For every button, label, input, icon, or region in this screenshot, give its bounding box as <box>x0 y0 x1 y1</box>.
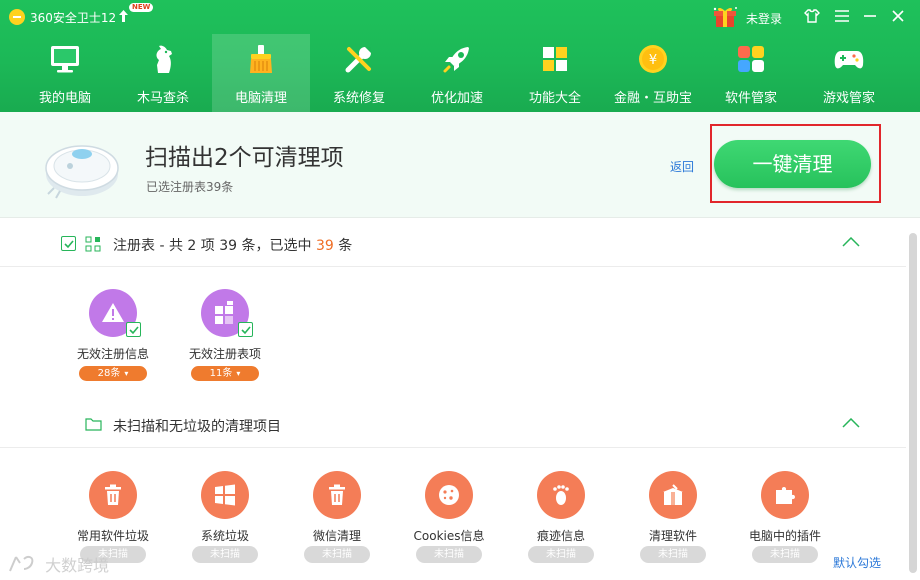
registry-selected-count: 39 <box>315 238 334 254</box>
back-link[interactable]: 返回 <box>670 158 694 175</box>
box-icon <box>649 471 697 519</box>
unscanned-item-label: 常用软件垃圾 <box>76 529 149 543</box>
nav-label: 软件管家 <box>724 91 777 106</box>
upgrade-arrow-icon[interactable] <box>119 10 128 22</box>
unscanned-item-label: 电脑中的插件 <box>748 529 821 543</box>
wrench-icon <box>345 47 371 73</box>
scrollbar-thumb[interactable] <box>909 233 917 573</box>
status-badge: 未扫描 <box>416 546 482 563</box>
registry-item-label: 无效注册表项 <box>188 347 261 361</box>
chevron-up-icon[interactable] <box>842 418 860 428</box>
watermark: 大数跨境 <box>6 552 109 576</box>
login-link[interactable]: 未登录 <box>746 10 782 27</box>
skin-shirt-icon[interactable] <box>802 6 822 26</box>
default-select-link[interactable]: 默认勾选 <box>833 554 881 571</box>
scan-result-subtitle: 已选注册表39条 <box>146 180 234 194</box>
status-badge: 未扫描 <box>528 546 594 563</box>
tab-software-manager[interactable]: 软件管家 <box>702 34 800 112</box>
unscanned-item-traces[interactable]: 痕迹信息 未扫描 <box>511 469 611 569</box>
nav-label: 功能大全 <box>528 91 581 106</box>
tab-system-repair[interactable]: 系统修复 <box>310 34 408 112</box>
unscanned-section-title: 未扫描和无垃圾的清理项目 <box>113 419 281 435</box>
registry-item-invalid-entries[interactable]: 无效注册表项 11条 ▾ <box>175 287 275 383</box>
registry-icon <box>85 236 101 252</box>
scan-result-header: 扫描出2个可清理项 已选注册表39条 返回 一键清理 <box>0 112 920 218</box>
app-logo-icon <box>9 9 25 25</box>
nav-label: 金融・互助宝 <box>613 91 692 106</box>
unscanned-item-label: 痕迹信息 <box>536 529 585 543</box>
cleanup-list: 注册表 - 共 2 项 39 条，已选中 39 条 无效注册信息 28条 ▾ 无效… <box>0 219 906 580</box>
item-checkbox[interactable] <box>126 322 141 337</box>
nav-label: 优化加速 <box>430 91 483 106</box>
svg-text:¥: ¥ <box>649 53 657 68</box>
nav-label: 我的电脑 <box>38 91 91 106</box>
rocket-icon <box>443 47 469 73</box>
unscanned-item-cleanup-software[interactable]: 清理软件 未扫描 <box>623 469 723 569</box>
nav-label: 系统修复 <box>332 91 385 106</box>
registry-select-all-checkbox[interactable] <box>61 236 76 251</box>
tab-all-features[interactable]: 功能大全 <box>506 34 604 112</box>
tab-game-manager[interactable]: 游戏管家 <box>800 34 898 112</box>
close-icon[interactable] <box>888 6 908 26</box>
unscanned-item-cookies[interactable]: Cookies信息 未扫描 <box>399 469 499 569</box>
cookie-icon <box>425 471 473 519</box>
computer-icon <box>51 46 79 73</box>
app-title: 360安全卫士12 <box>30 11 117 25</box>
registry-item-label: 无效注册信息 <box>76 347 149 361</box>
main-nav: 我的电脑 木马查杀 电脑清理 系统修复 优化加速 功能大全 ¥ 金融・互助宝 软… <box>0 34 920 112</box>
unscanned-item-label: 系统垃圾 <box>200 529 249 543</box>
robot-vacuum-illustration <box>45 145 119 199</box>
software-icon <box>738 46 764 72</box>
gift-icon[interactable] <box>712 6 738 28</box>
status-badge: 未扫描 <box>640 546 706 563</box>
minimize-icon[interactable] <box>860 6 880 26</box>
nav-label: 木马查杀 <box>136 91 189 106</box>
coin-icon: ¥ <box>639 45 667 73</box>
windows-icon <box>201 471 249 519</box>
tab-trojan-scan[interactable]: 木马查杀 <box>114 34 212 112</box>
trash-icon <box>313 471 361 519</box>
chevron-up-icon[interactable] <box>842 237 860 247</box>
menu-icon[interactable] <box>832 6 852 26</box>
gamepad-icon <box>834 51 864 69</box>
footprint-icon <box>537 471 585 519</box>
registry-item-invalid-info[interactable]: 无效注册信息 28条 ▾ <box>63 287 163 383</box>
item-count-dropdown[interactable]: 28条 ▾ <box>79 366 147 381</box>
status-badge: 未扫描 <box>192 546 258 563</box>
broom-icon <box>250 45 272 73</box>
unscanned-item-system-junk[interactable]: 系统垃圾 未扫描 <box>175 469 275 569</box>
puzzle-icon <box>761 471 809 519</box>
unscanned-item-label: Cookies信息 <box>413 529 485 543</box>
nav-label: 电脑清理 <box>234 91 287 106</box>
grid-apps-icon <box>543 47 567 71</box>
scan-result-title: 扫描出2个可清理项 <box>145 145 344 171</box>
unscanned-item-wechat-cleanup[interactable]: 微信清理 未扫描 <box>287 469 387 569</box>
status-badge: 未扫描 <box>752 546 818 563</box>
unscanned-item-label: 微信清理 <box>312 529 361 543</box>
status-badge: 未扫描 <box>304 546 370 563</box>
nav-label: 游戏管家 <box>822 91 875 106</box>
top-bar: 360安全卫士12 NEW 未登录 我的电脑 木马查杀 电脑清理 系统修复 优化… <box>0 0 920 112</box>
scrollbar[interactable] <box>906 219 920 580</box>
item-count-dropdown[interactable]: 11条 ▾ <box>191 366 259 381</box>
item-checkbox[interactable] <box>238 322 253 337</box>
tab-finance[interactable]: ¥ 金融・互助宝 <box>604 34 702 112</box>
registry-section-header: 注册表 - 共 2 项 39 条，已选中 39 条 <box>0 219 906 267</box>
new-badge: NEW <box>129 3 154 12</box>
one-click-clean-button[interactable]: 一键清理 <box>714 140 871 188</box>
tab-optimize-speedup[interactable]: 优化加速 <box>408 34 506 112</box>
folder-icon <box>85 418 102 431</box>
trash-icon <box>89 471 137 519</box>
tab-pc-cleanup[interactable]: 电脑清理 <box>212 34 310 112</box>
title-bar: 360安全卫士12 NEW 未登录 <box>0 0 920 34</box>
horse-icon <box>156 45 172 73</box>
unscanned-item-plugins[interactable]: 电脑中的插件 未扫描 <box>735 469 835 569</box>
tab-my-computer[interactable]: 我的电脑 <box>16 34 114 112</box>
unscanned-item-label: 清理软件 <box>648 529 697 543</box>
registry-section-title: 注册表 - 共 2 项 39 条，已选中 39 条 <box>113 238 353 254</box>
unscanned-section-header: 未扫描和无垃圾的清理项目 <box>0 400 906 448</box>
